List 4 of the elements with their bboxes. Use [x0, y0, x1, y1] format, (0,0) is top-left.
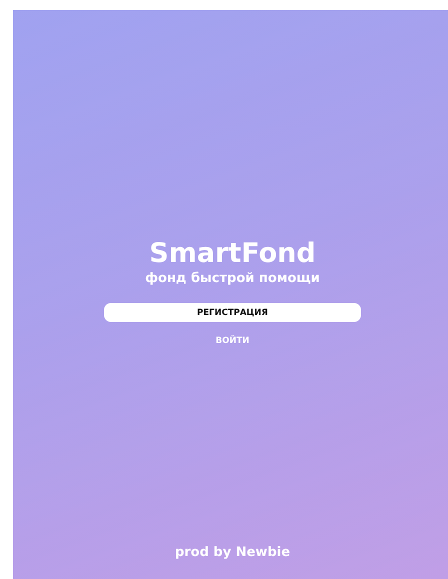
footer-credit: prod by Newbie [174, 545, 290, 560]
register-button[interactable]: РЕГИСТРАЦИЯ [104, 303, 361, 322]
app-title: SmartFond [149, 238, 316, 270]
app-subtitle: фонд быстрой помощи [145, 270, 320, 288]
